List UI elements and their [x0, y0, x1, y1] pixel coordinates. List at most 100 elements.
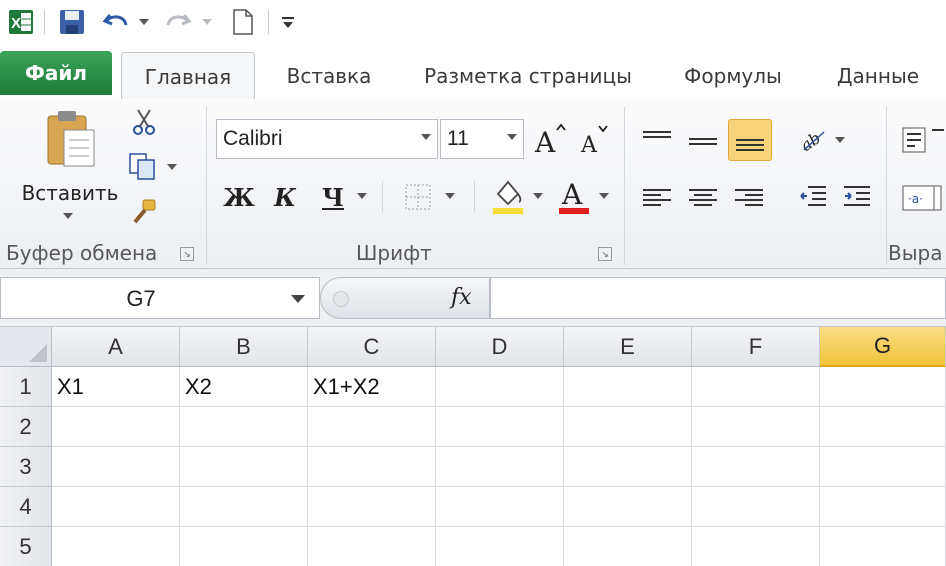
- cell-e2[interactable]: [564, 407, 692, 447]
- cell-g2[interactable]: [820, 407, 946, 447]
- font-size-combo[interactable]: 11: [440, 119, 524, 159]
- tab-page-layout[interactable]: Разметка страницы: [410, 52, 646, 100]
- cell-c3[interactable]: [308, 447, 436, 487]
- fill-color-icon[interactable]: [488, 175, 528, 217]
- tab-insert[interactable]: Вставка: [272, 52, 386, 100]
- decrease-indent-icon[interactable]: [794, 179, 832, 215]
- fill-color-dropdown-icon[interactable]: [530, 189, 546, 203]
- cell-g1[interactable]: [820, 367, 946, 407]
- cell-d3[interactable]: [436, 447, 564, 487]
- cell-e1[interactable]: [564, 367, 692, 407]
- borders-icon[interactable]: [400, 179, 436, 215]
- cell-a5[interactable]: [52, 527, 180, 566]
- formula-bar-resize-handle[interactable]: [333, 291, 349, 307]
- cell-b5[interactable]: [180, 527, 308, 566]
- cell-f1[interactable]: [692, 367, 820, 407]
- cell-d2[interactable]: [436, 407, 564, 447]
- name-box-dropdown-icon[interactable]: [291, 295, 305, 303]
- formula-input[interactable]: [490, 277, 946, 319]
- font-color-icon[interactable]: A: [554, 175, 594, 217]
- cell-f5[interactable]: [692, 527, 820, 566]
- font-color-dropdown-icon[interactable]: [596, 189, 612, 203]
- row-header-3[interactable]: 3: [0, 447, 52, 487]
- bold-button[interactable]: Ж: [222, 179, 256, 215]
- row-header-2[interactable]: 2: [0, 407, 52, 447]
- cell-b4[interactable]: [180, 487, 308, 527]
- tab-data[interactable]: Данные: [820, 52, 936, 100]
- cell-f3[interactable]: [692, 447, 820, 487]
- cell-d1[interactable]: [436, 367, 564, 407]
- insert-function-icon[interactable]: fx: [451, 285, 472, 310]
- cell-g5[interactable]: [820, 527, 946, 566]
- cell-c4[interactable]: [308, 487, 436, 527]
- column-header-c[interactable]: C: [308, 327, 436, 367]
- align-bottom-icon[interactable]: [728, 119, 772, 161]
- new-document-icon[interactable]: [228, 6, 258, 38]
- wrap-text-icon[interactable]: [900, 121, 946, 159]
- column-header-e[interactable]: E: [564, 327, 692, 367]
- cell-e4[interactable]: [564, 487, 692, 527]
- italic-button[interactable]: К: [268, 179, 302, 215]
- excel-icon[interactable]: X: [6, 6, 36, 38]
- cell-c2[interactable]: [308, 407, 436, 447]
- format-painter-icon[interactable]: [126, 195, 162, 229]
- paste-dropdown-icon[interactable]: [58, 209, 78, 223]
- cell-a2[interactable]: [52, 407, 180, 447]
- cell-a3[interactable]: [52, 447, 180, 487]
- align-middle-icon[interactable]: [684, 119, 722, 159]
- cell-a4[interactable]: [52, 487, 180, 527]
- orientation-dropdown-icon[interactable]: [832, 133, 848, 147]
- underline-dropdown-icon[interactable]: [354, 189, 370, 203]
- shrink-font-icon[interactable]: A: [574, 119, 610, 159]
- paste-button[interactable]: Вставить: [8, 179, 132, 207]
- borders-dropdown-icon[interactable]: [442, 189, 458, 203]
- paste-icon[interactable]: [40, 107, 100, 171]
- cell-g3[interactable]: [820, 447, 946, 487]
- cell-c5[interactable]: [308, 527, 436, 566]
- column-header-g[interactable]: G: [820, 327, 946, 367]
- name-box[interactable]: G7: [0, 277, 320, 319]
- cell-b3[interactable]: [180, 447, 308, 487]
- copy-dropdown-icon[interactable]: [164, 161, 180, 173]
- undo-dropdown-icon[interactable]: [135, 6, 153, 38]
- merge-cells-icon[interactable]: ·a·: [900, 179, 946, 217]
- align-top-icon[interactable]: [638, 119, 676, 155]
- save-icon[interactable]: [54, 6, 90, 38]
- font-name-combo[interactable]: Calibri: [216, 119, 438, 159]
- cell-f2[interactable]: [692, 407, 820, 447]
- grow-font-icon[interactable]: A: [532, 119, 568, 159]
- cell-b2[interactable]: [180, 407, 308, 447]
- column-header-b[interactable]: B: [180, 327, 308, 367]
- align-left-icon[interactable]: [638, 179, 676, 215]
- redo-dropdown-icon[interactable]: [198, 6, 216, 38]
- font-launcher-icon[interactable]: ↘: [598, 247, 612, 261]
- tab-formulas[interactable]: Формулы: [670, 52, 796, 100]
- cell-d4[interactable]: [436, 487, 564, 527]
- font-name-dropdown-icon[interactable]: [421, 134, 431, 140]
- undo-icon[interactable]: [100, 6, 134, 38]
- cell-f4[interactable]: [692, 487, 820, 527]
- font-size-dropdown-icon[interactable]: [507, 134, 517, 140]
- cell-e3[interactable]: [564, 447, 692, 487]
- column-header-f[interactable]: F: [692, 327, 820, 367]
- customize-qat-icon[interactable]: [276, 6, 300, 38]
- tab-file[interactable]: Файл: [0, 51, 112, 95]
- align-right-icon[interactable]: [730, 179, 768, 215]
- row-header-5[interactable]: 5: [0, 527, 52, 566]
- column-header-a[interactable]: A: [52, 327, 180, 367]
- tab-home[interactable]: Главная: [121, 52, 255, 101]
- select-all-button[interactable]: [0, 327, 52, 367]
- increase-indent-icon[interactable]: [838, 179, 876, 215]
- row-header-4[interactable]: 4: [0, 487, 52, 527]
- cell-b1[interactable]: X2: [180, 367, 308, 407]
- underline-button[interactable]: Ч: [316, 179, 350, 215]
- cell-g4[interactable]: [820, 487, 946, 527]
- column-header-d[interactable]: D: [436, 327, 564, 367]
- cell-a1[interactable]: X1: [52, 367, 180, 407]
- orientation-icon[interactable]: ab: [796, 119, 830, 159]
- cell-e5[interactable]: [564, 527, 692, 566]
- clipboard-launcher-icon[interactable]: ↘: [180, 247, 194, 261]
- cut-icon[interactable]: [128, 105, 160, 139]
- redo-icon[interactable]: [160, 6, 194, 38]
- row-header-1[interactable]: 1: [0, 367, 52, 407]
